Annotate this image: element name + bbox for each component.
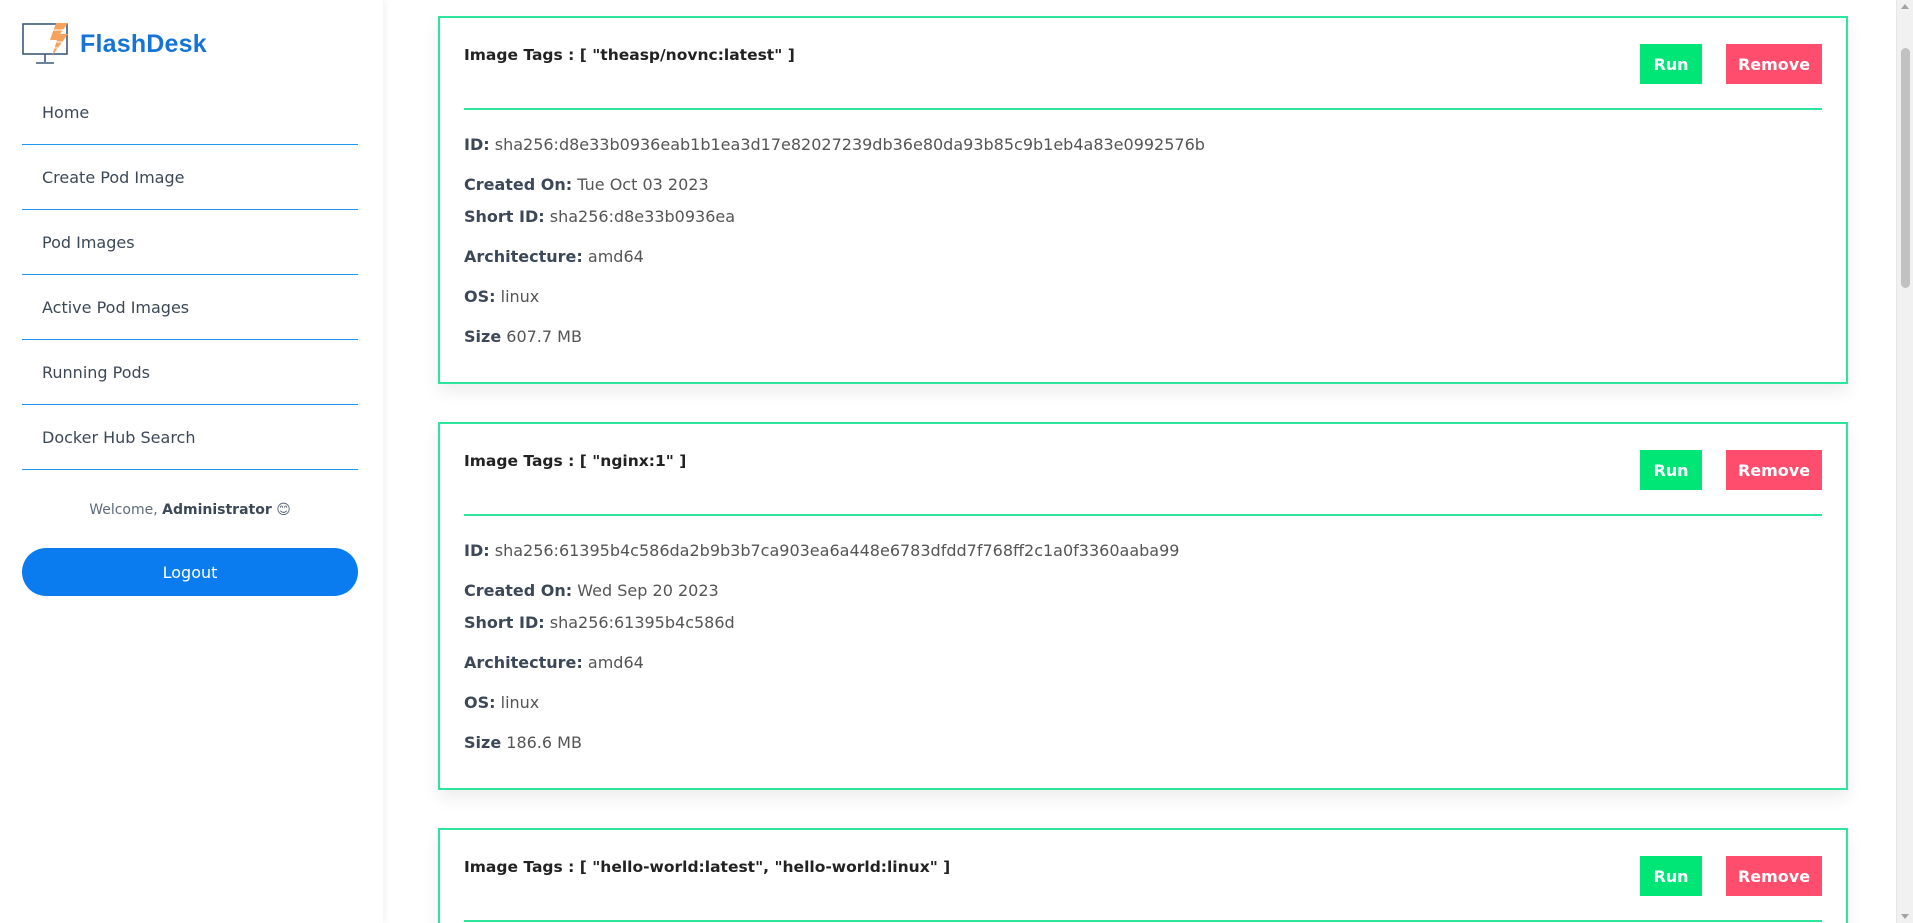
size-value: 186.6 MB	[506, 733, 582, 752]
architecture-label: Architecture:	[464, 653, 583, 672]
image-card: Image Tags : [ "hello-world:latest", "he…	[438, 828, 1848, 923]
os-label: OS:	[464, 693, 496, 712]
image-tags-title: Image Tags : [ "nginx:1" ]	[464, 452, 687, 470]
scroll-down-arrow-icon[interactable]	[1901, 914, 1909, 919]
sidebar-nav: Home Create Pod Image Pod Images Active …	[22, 80, 358, 470]
created-value: Tue Oct 03 2023	[577, 175, 709, 194]
smile-emoji-icon: 😊	[276, 502, 291, 518]
created-label: Created On:	[464, 581, 573, 600]
size-label: Size	[464, 327, 502, 346]
vertical-scrollbar[interactable]	[1896, 0, 1913, 923]
os-value: linux	[500, 693, 540, 712]
architecture-row: Architecture: amd64	[464, 248, 1822, 266]
scroll-up-arrow-icon[interactable]	[1901, 4, 1909, 9]
remove-button[interactable]: Remove	[1726, 856, 1822, 896]
created-label: Created On:	[464, 175, 573, 194]
sidebar-item-home[interactable]: Home	[22, 80, 358, 145]
welcome-message: Welcome, Administrator 😊	[0, 502, 380, 518]
welcome-username: Administrator	[162, 502, 272, 518]
size-row: Size 186.6 MB	[464, 734, 1822, 752]
created-row: Created On: Tue Oct 03 2023	[464, 176, 1822, 194]
os-value: linux	[500, 287, 540, 306]
os-row: OS: linux	[464, 694, 1822, 712]
sidebar-item-label: Active Pod Images	[42, 297, 190, 317]
sidebar: FlashDesk Home Create Pod Image Pod Imag…	[0, 0, 383, 923]
sidebar-item-create-pod-image[interactable]: Create Pod Image	[22, 145, 358, 210]
architecture-row: Architecture: amd64	[464, 654, 1822, 672]
sidebar-item-label: Create Pod Image	[42, 167, 185, 187]
image-id-value: sha256:d8e33b0936eab1b1ea3d17e82027239db…	[494, 135, 1205, 154]
brand-name: FlashDesk	[80, 29, 207, 58]
short-id-value: sha256:61395b4c586d	[549, 613, 735, 632]
remove-button[interactable]: Remove	[1726, 450, 1822, 490]
sidebar-item-label: Home	[42, 102, 90, 122]
sidebar-item-active-pod-images[interactable]: Active Pod Images	[22, 275, 358, 340]
main-content: Image Tags : [ "theasp/novnc:latest" ] R…	[383, 0, 1896, 923]
sidebar-item-label: Pod Images	[42, 232, 135, 252]
remove-button[interactable]: Remove	[1726, 44, 1822, 84]
size-label: Size	[464, 733, 502, 752]
short-id-row: Short ID: sha256:d8e33b0936ea	[464, 208, 1822, 226]
short-id-label: Short ID:	[464, 207, 545, 226]
short-id-value: sha256:d8e33b0936ea	[549, 207, 736, 226]
architecture-label: Architecture:	[464, 247, 583, 266]
card-header: Image Tags : [ "hello-world:latest", "he…	[464, 830, 1822, 922]
os-label: OS:	[464, 287, 496, 306]
architecture-value: amd64	[587, 247, 644, 266]
image-id-row: ID: sha256:61395b4c586da2b9b3b7ca903ea6a…	[464, 542, 1822, 560]
created-value: Wed Sep 20 2023	[577, 581, 719, 600]
size-row: Size 607.7 MB	[464, 328, 1822, 346]
card-header: Image Tags : [ "nginx:1" ] Run Remove	[464, 424, 1822, 516]
brand[interactable]: FlashDesk	[22, 22, 207, 66]
short-id-row: Short ID: sha256:61395b4c586d	[464, 614, 1822, 632]
sidebar-item-label: Docker Hub Search	[42, 427, 196, 447]
run-button[interactable]: Run	[1640, 856, 1702, 896]
sidebar-item-running-pods[interactable]: Running Pods	[22, 340, 358, 405]
size-value: 607.7 MB	[506, 327, 582, 346]
run-button[interactable]: Run	[1640, 44, 1702, 84]
welcome-prefix: Welcome,	[89, 502, 158, 518]
image-id-value: sha256:61395b4c586da2b9b3b7ca903ea6a448e…	[494, 541, 1180, 560]
image-tags-title: Image Tags : [ "theasp/novnc:latest" ]	[464, 46, 795, 64]
desktop-lightning-icon	[22, 22, 74, 66]
card-header: Image Tags : [ "theasp/novnc:latest" ] R…	[464, 18, 1822, 110]
card-body: ID: sha256:61395b4c586da2b9b3b7ca903ea6a…	[440, 516, 1846, 788]
image-id-row: ID: sha256:d8e33b0936eab1b1ea3d17e820272…	[464, 136, 1822, 154]
sidebar-item-label: Running Pods	[42, 362, 151, 382]
short-id-label: Short ID:	[464, 613, 545, 632]
image-tags-title: Image Tags : [ "hello-world:latest", "he…	[464, 858, 951, 876]
logout-button[interactable]: Logout	[22, 548, 358, 596]
os-row: OS: linux	[464, 288, 1822, 306]
card-body: ID: sha256:d8e33b0936eab1b1ea3d17e820272…	[440, 110, 1846, 382]
id-label: ID:	[464, 135, 490, 154]
created-row: Created On: Wed Sep 20 2023	[464, 582, 1822, 600]
image-card: Image Tags : [ "theasp/novnc:latest" ] R…	[438, 16, 1848, 384]
sidebar-item-pod-images[interactable]: Pod Images	[22, 210, 358, 275]
image-card: Image Tags : [ "nginx:1" ] Run Remove ID…	[438, 422, 1848, 790]
sidebar-item-docker-hub-search[interactable]: Docker Hub Search	[22, 405, 358, 470]
id-label: ID:	[464, 541, 490, 560]
scrollbar-thumb[interactable]	[1901, 48, 1910, 288]
architecture-value: amd64	[587, 653, 644, 672]
run-button[interactable]: Run	[1640, 450, 1702, 490]
